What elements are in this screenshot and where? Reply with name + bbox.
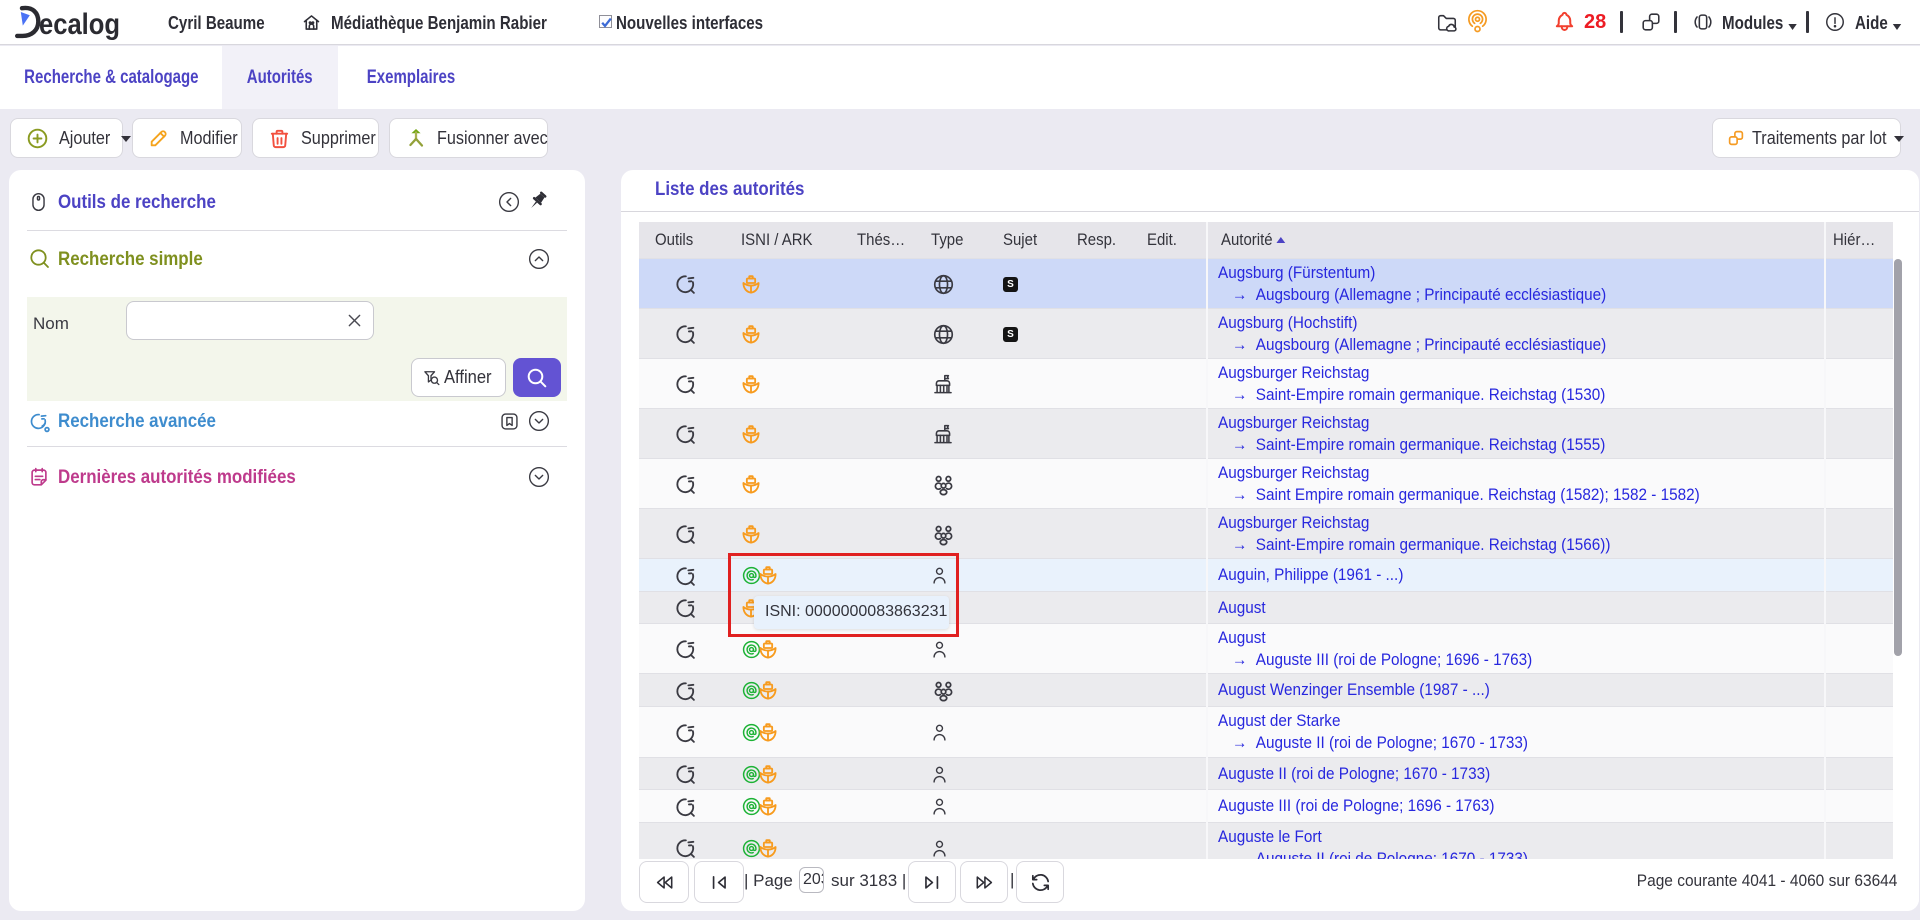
- svg-text:ecalog: ecalog: [39, 8, 120, 41]
